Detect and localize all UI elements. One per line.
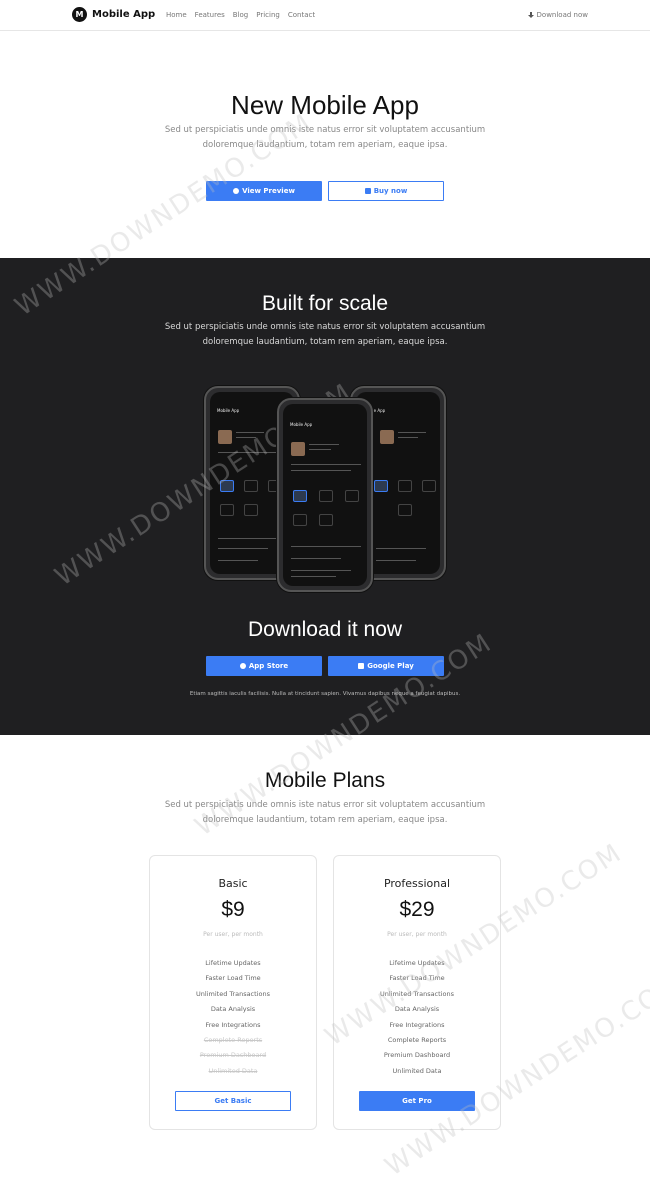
app-tile — [374, 480, 388, 492]
app-tile — [293, 490, 307, 502]
shopping-bag-icon — [364, 188, 371, 194]
feature-item-disabled: Unlimited Data — [208, 1066, 258, 1075]
feature-item: Data Analysis — [394, 1005, 440, 1014]
get-basic-button[interactable]: Get Basic — [175, 1091, 291, 1111]
app-tile — [244, 504, 258, 516]
hero-title: New Mobile App — [231, 90, 419, 120]
brand-logo[interactable]: M Mobile App — [72, 7, 155, 22]
text-line — [218, 538, 278, 539]
feature-item: Lifetime Updates — [205, 959, 261, 967]
plan-card-basic: Basic $9 Per user, per month Lifetime Up… — [149, 855, 317, 1130]
play-circle-icon — [233, 188, 240, 194]
profile-avatar — [380, 430, 394, 444]
download-now-link[interactable]: Download now — [527, 11, 588, 19]
plan-price: $29 — [399, 898, 435, 921]
text-line — [291, 576, 336, 577]
app-tile — [220, 504, 234, 516]
download-note: Etiam sagittis iaculis facilisis. Nulla … — [189, 691, 461, 697]
feature-item: Lifetime Updates — [389, 959, 445, 967]
feature-item: Data Analysis — [210, 1005, 256, 1014]
text-line — [398, 432, 426, 433]
feature-item: Premium Dashboard — [383, 1051, 451, 1060]
feature-item: Faster Load Time — [205, 974, 261, 983]
text-line — [291, 464, 361, 465]
app-tile — [220, 480, 234, 492]
feature-item: Free Integrations — [389, 1020, 445, 1029]
app-tile — [293, 514, 307, 526]
text-line — [376, 560, 416, 561]
logo-icon: M — [72, 7, 87, 22]
phone-screen: Mobile App — [283, 404, 367, 586]
get-pro-button[interactable]: Get Pro — [359, 1091, 475, 1111]
google-play-label: Google Play — [367, 662, 414, 670]
google-play-button[interactable]: Google Play — [328, 656, 444, 676]
nav-link-blog[interactable]: Blog — [233, 11, 248, 19]
download-now-label: Download now — [536, 11, 588, 19]
plan-card-professional: Professional $29 Per user, per month Lif… — [333, 855, 501, 1130]
nav-link-features[interactable]: Features — [195, 11, 225, 19]
apple-icon — [239, 663, 246, 669]
phone-mockup-center: Mobile App — [277, 398, 373, 592]
brand-name: Mobile App — [92, 9, 156, 20]
feature-item: Unlimited Transactions — [196, 989, 270, 998]
plan-price: $9 — [221, 898, 245, 921]
download-icon — [527, 11, 534, 19]
profile-avatar — [291, 442, 305, 456]
hero-text: Sed ut perspiciatis unde omnis iste natu… — [164, 125, 486, 150]
feature-list: Lifetime Updates Faster Load Time Unlimi… — [150, 956, 316, 1079]
app-tile — [398, 480, 412, 492]
scale-title: Built for scale — [261, 292, 389, 315]
scale-text: Sed ut perspiciatis unde omnis iste natu… — [164, 322, 486, 347]
nav-link-contact[interactable]: Contact — [288, 11, 315, 19]
feature-item-disabled: Premium Dashboard — [199, 1051, 267, 1060]
view-preview-button[interactable]: View Preview — [206, 181, 322, 201]
text-line — [291, 558, 341, 559]
feature-item: Unlimited Data — [392, 1066, 442, 1075]
main-menu: Home Features Blog Pricing Contact — [166, 11, 323, 19]
plan-period: Per user, per month — [203, 931, 263, 938]
plan-name: Basic — [218, 877, 248, 890]
built-for-scale-section: Built for scale Sed ut perspiciatis unde… — [0, 258, 650, 735]
feature-item: Free Integrations — [205, 1020, 261, 1029]
app-store-label: App Store — [248, 662, 289, 670]
text-line — [218, 548, 268, 549]
text-line — [291, 470, 351, 471]
text-line — [291, 546, 361, 547]
view-preview-label: View Preview — [242, 187, 295, 195]
app-tile — [319, 490, 333, 502]
text-line — [236, 432, 264, 433]
phone-app-title: Mobile App — [290, 422, 313, 427]
app-tile — [422, 480, 436, 492]
feature-list: Lifetime Updates Faster Load Time Unlimi… — [334, 956, 500, 1079]
app-tile — [398, 504, 412, 516]
nav-link-pricing[interactable]: Pricing — [256, 11, 280, 19]
text-line — [376, 548, 426, 549]
navbar: M Mobile App Home Features Blog Pricing … — [0, 0, 650, 31]
text-line — [398, 437, 418, 438]
feature-item: Unlimited Transactions — [380, 989, 454, 998]
app-store-button[interactable]: App Store — [206, 656, 322, 676]
text-line — [291, 570, 351, 571]
text-line — [309, 449, 331, 450]
text-line — [236, 437, 256, 438]
text-line — [309, 444, 339, 445]
feature-item-disabled: Complete Reports — [203, 1036, 263, 1045]
buy-now-label: Buy now — [373, 187, 408, 195]
phone-app-title: Mobile App — [217, 408, 240, 413]
plans-text: Sed ut perspiciatis unde omnis iste natu… — [164, 800, 486, 825]
plan-period: Per user, per month — [387, 931, 447, 938]
app-tile — [319, 514, 333, 526]
plan-name: Professional — [383, 877, 451, 890]
text-line — [218, 560, 258, 561]
nav-link-home[interactable]: Home — [166, 11, 187, 19]
app-tile — [244, 480, 258, 492]
profile-avatar — [218, 430, 232, 444]
buy-now-button[interactable]: Buy now — [328, 181, 444, 201]
app-tile — [345, 490, 359, 502]
google-play-icon — [358, 663, 365, 669]
feature-item: Faster Load Time — [389, 974, 445, 983]
download-title: Download it now — [247, 618, 403, 641]
plans-title: Mobile Plans — [264, 769, 386, 792]
feature-item: Complete Reports — [387, 1036, 447, 1045]
